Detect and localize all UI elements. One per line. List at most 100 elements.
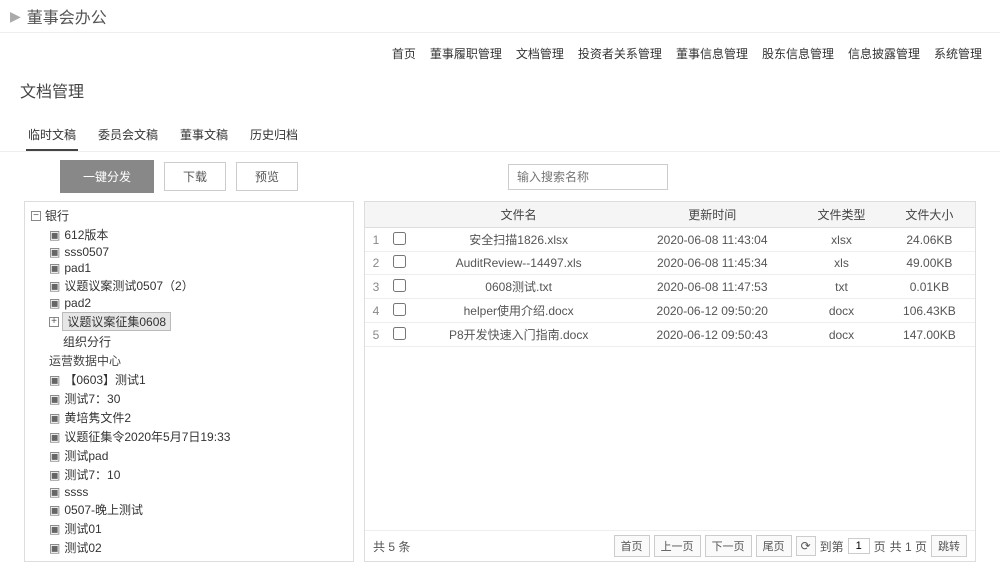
tree-item[interactable]: ▣ssss (49, 484, 347, 500)
row-filename: 0608测试.txt (412, 275, 625, 299)
row-type: xlsx (799, 228, 884, 252)
row-checkbox[interactable] (387, 228, 412, 252)
row-time: 2020-06-12 09:50:20 (625, 299, 799, 323)
page-prev[interactable]: 上一页 (654, 535, 701, 557)
table-body: 文件名 更新时间 文件类型 文件大小 1安全扫描1826.xlsx2020-06… (365, 202, 975, 530)
tree-item[interactable]: ▣测试pad (49, 446, 347, 465)
tree-section-ops: 运营数据中心 (49, 351, 347, 370)
nav-home[interactable]: 首页 (392, 45, 416, 62)
table-row[interactable]: 4helper使用介绍.docx2020-06-12 09:50:20docx1… (365, 299, 975, 323)
tree-panel: − 银行 ▣612版本 ▣sss0507 ▣pad1 ▣议题议案测试0507（2… (24, 201, 354, 562)
nav-director-info[interactable]: 董事信息管理 (676, 45, 748, 62)
row-type: docx (799, 323, 884, 347)
checkbox[interactable] (393, 279, 406, 292)
page-last[interactable]: 尾页 (756, 535, 792, 557)
row-checkbox[interactable] (387, 275, 412, 299)
tree-item[interactable]: ▣测试7：30 (49, 389, 347, 408)
nav-investor[interactable]: 投资者关系管理 (578, 45, 662, 62)
col-type[interactable]: 文件类型 (799, 202, 884, 228)
checkbox[interactable] (393, 327, 406, 340)
col-time[interactable]: 更新时间 (625, 202, 799, 228)
row-type: docx (799, 299, 884, 323)
row-index: 4 (365, 299, 387, 323)
expand-icon[interactable]: + (49, 317, 59, 327)
app-header: ▶ 董事会办公 (0, 0, 1000, 33)
jump-prefix: 到第 (820, 538, 844, 555)
search-box (508, 164, 668, 190)
download-button[interactable]: 下载 (164, 162, 226, 191)
row-size: 49.00KB (884, 252, 975, 275)
row-type: txt (799, 275, 884, 299)
top-nav: 首页 董事履职管理 文档管理 投资者关系管理 董事信息管理 股东信息管理 信息披… (0, 33, 1000, 68)
tree-item[interactable]: ▣议题征集令2020年5月7日19:33 (49, 427, 347, 446)
tree-item[interactable]: ▣sss0507 (49, 244, 347, 260)
row-size: 0.01KB (884, 275, 975, 299)
tree-item[interactable]: 组织分行 (49, 332, 347, 351)
tab-committee-docs[interactable]: 委员会文稿 (96, 122, 160, 151)
tab-history[interactable]: 历史归档 (248, 122, 300, 151)
tree-root-label: 银行 (45, 207, 69, 224)
row-index: 3 (365, 275, 387, 299)
tree-item[interactable]: ▣测试01 (49, 519, 347, 538)
col-idx (365, 202, 387, 228)
tree-item[interactable]: ▣测试02 (49, 538, 347, 557)
page-go[interactable]: 跳转 (931, 535, 967, 557)
row-size: 147.00KB (884, 323, 975, 347)
col-name[interactable]: 文件名 (412, 202, 625, 228)
nav-doc-mgmt[interactable]: 文档管理 (516, 45, 564, 62)
checkbox[interactable] (393, 255, 406, 268)
total-count: 共 5 条 (373, 538, 410, 555)
tree-item[interactable]: ▣pad1 (49, 260, 347, 276)
table-row[interactable]: 1安全扫描1826.xlsx2020-06-08 11:43:04xlsx24.… (365, 228, 975, 252)
row-checkbox[interactable] (387, 299, 412, 323)
page-input[interactable] (848, 538, 870, 554)
row-filename: helper使用介绍.docx (412, 299, 625, 323)
checkbox[interactable] (393, 232, 406, 245)
row-checkbox[interactable] (387, 252, 412, 275)
tree-item[interactable]: ▣0507-晚上测试 (49, 500, 347, 519)
nav-director-duty[interactable]: 董事履职管理 (430, 45, 502, 62)
row-filename: AuditReview--14497.xls (412, 252, 625, 275)
tree-root-row[interactable]: − 银行 (31, 206, 347, 225)
col-size[interactable]: 文件大小 (884, 202, 975, 228)
row-filename: 安全扫描1826.xlsx (412, 228, 625, 252)
page-first[interactable]: 首页 (614, 535, 650, 557)
row-checkbox[interactable] (387, 323, 412, 347)
pager: 首页 上一页 下一页 尾页 ⟳ 到第 页 共 1 页 跳转 (614, 535, 967, 557)
nav-disclosure[interactable]: 信息披露管理 (848, 45, 920, 62)
refresh-icon[interactable]: ⟳ (796, 536, 816, 556)
row-filename: P8开发快速入门指南.docx (412, 323, 625, 347)
nav-system[interactable]: 系统管理 (934, 45, 982, 62)
total-pages: 共 1 页 (890, 538, 927, 555)
tree-item[interactable]: ▣测试7：10 (49, 465, 347, 484)
preview-button[interactable]: 预览 (236, 162, 298, 191)
tree-item[interactable]: ▣议题议案测试0507（2） (49, 276, 347, 295)
table-row[interactable]: 2AuditReview--14497.xls2020-06-08 11:45:… (365, 252, 975, 275)
tree-item[interactable]: ▣黄培隽文件2 (49, 408, 347, 427)
doc-tabs: 临时文稿 委员会文稿 董事文稿 历史归档 (0, 122, 1000, 152)
tree-children: ▣612版本 ▣sss0507 ▣pad1 ▣议题议案测试0507（2） ▣pa… (31, 225, 347, 557)
tab-temp-docs[interactable]: 临时文稿 (26, 122, 78, 151)
tree-item[interactable]: ▣612版本 (49, 225, 347, 244)
table-footer: 共 5 条 首页 上一页 下一页 尾页 ⟳ 到第 页 共 1 页 跳转 (365, 530, 975, 561)
page-suffix: 页 (874, 538, 886, 555)
nav-shareholder[interactable]: 股东信息管理 (762, 45, 834, 62)
main-area: − 银行 ▣612版本 ▣sss0507 ▣pad1 ▣议题议案测试0507（2… (0, 201, 1000, 572)
row-time: 2020-06-08 11:43:04 (625, 228, 799, 252)
search-input[interactable] (508, 164, 668, 190)
page-next[interactable]: 下一页 (705, 535, 752, 557)
tree-item[interactable]: ▣【0603】测试1 (49, 370, 347, 389)
table-row[interactable]: 5P8开发快速入门指南.docx2020-06-12 09:50:43docx1… (365, 323, 975, 347)
tree-item-selected[interactable]: + 议题议案征集0608 (49, 311, 347, 332)
tree-item[interactable]: ▣pad2 (49, 295, 347, 311)
table-panel: 文件名 更新时间 文件类型 文件大小 1安全扫描1826.xlsx2020-06… (364, 201, 976, 562)
tree-root: − 银行 ▣612版本 ▣sss0507 ▣pad1 ▣议题议案测试0507（2… (31, 206, 347, 557)
row-index: 2 (365, 252, 387, 275)
checkbox[interactable] (393, 303, 406, 316)
collapse-icon[interactable]: − (31, 211, 41, 221)
col-check (387, 202, 412, 228)
tab-director-docs[interactable]: 董事文稿 (178, 122, 230, 151)
table-row[interactable]: 30608测试.txt2020-06-08 11:47:53txt0.01KB (365, 275, 975, 299)
triangle-icon: ▶ (10, 8, 21, 25)
distribute-button[interactable]: 一键分发 (60, 160, 154, 193)
